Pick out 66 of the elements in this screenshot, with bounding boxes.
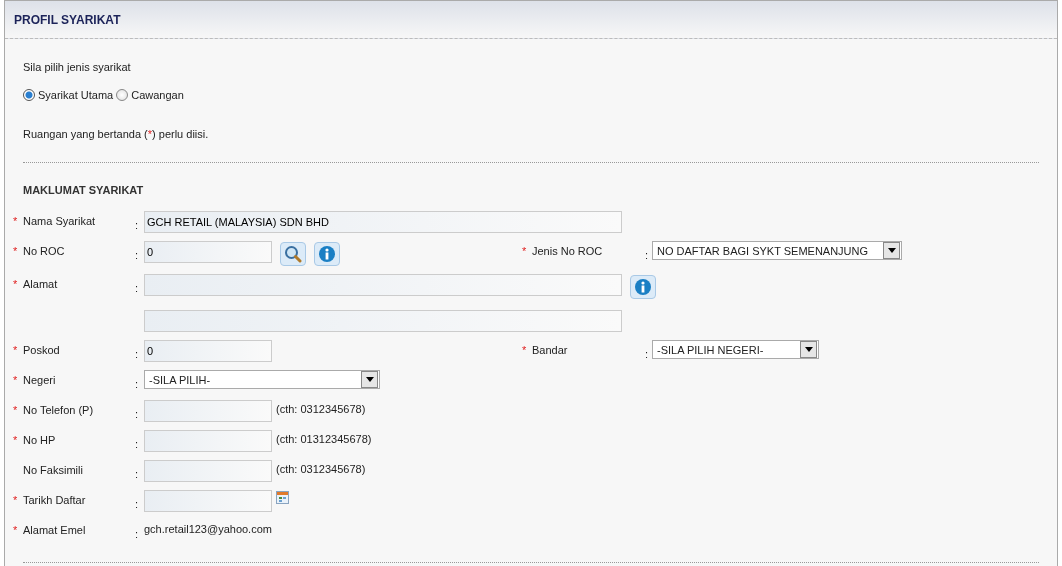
required-mark: * [13, 245, 18, 257]
input-field[interactable] [144, 490, 272, 512]
separator: : [645, 248, 650, 261]
required-mark: * [13, 434, 18, 446]
field-label: Nama Syarikat [23, 214, 97, 227]
input-field[interactable]: 0 [144, 241, 272, 263]
required-mark: * [13, 215, 18, 227]
field-label: Alamat Emel [23, 523, 87, 536]
required-mark: * [13, 404, 18, 416]
field-label: No Faksimili [23, 463, 84, 476]
input-field[interactable] [144, 460, 272, 482]
info-button[interactable] [630, 275, 656, 299]
info-button[interactable] [314, 242, 340, 266]
field-label: Poskod [23, 343, 61, 356]
separator: : [135, 347, 140, 360]
search-button[interactable] [280, 242, 306, 266]
separator: : [135, 281, 140, 294]
field-label: Jenis No ROC [532, 244, 604, 257]
required-mark: * [13, 344, 18, 356]
dropdown[interactable]: -SILA PILIH- [144, 370, 380, 389]
field-label: Alamat [23, 277, 59, 290]
input-field[interactable] [144, 400, 272, 422]
page-title: PROFIL SYARIKAT [14, 12, 121, 27]
required-mark: * [13, 494, 18, 506]
example-hint: (cth: 01312345678) [276, 432, 372, 445]
field-label: No Telefon (P) [23, 403, 95, 416]
input-field[interactable]: GCH RETAIL (MALAYSIA) SDN BHD [144, 211, 622, 233]
separator: : [135, 407, 140, 420]
calendar-icon[interactable] [276, 491, 289, 504]
radio-button[interactable] [116, 89, 129, 101]
separator: : [135, 437, 140, 450]
radio-button[interactable] [23, 89, 35, 101]
separator: : [645, 347, 650, 360]
separator: : [135, 527, 140, 540]
input-field[interactable]: 0 [144, 340, 272, 362]
example-hint: (cth: 0312345678) [276, 462, 366, 475]
required-mark: * [13, 524, 18, 536]
required-mark: * [13, 374, 18, 386]
caret-icon [887, 248, 896, 253]
dropdown[interactable]: -SILA PILIH NEGERI- [652, 340, 819, 359]
separator: : [135, 248, 140, 261]
prompt-text: Sila pilih jenis syarikat [22, 61, 132, 73]
separator: : [135, 497, 140, 510]
example-hint: (cth: 0312345678) [276, 402, 366, 415]
input-field[interactable] [144, 430, 272, 452]
field-label: No HP [23, 433, 57, 446]
required-mark: * [13, 278, 18, 290]
required-mark: * [522, 245, 527, 257]
separator: : [135, 218, 140, 231]
dropdown[interactable]: NO DAFTAR BAGI SYKT SEMENANJUNG [652, 241, 902, 260]
section-title: MAKLUMAT SYARIKAT [23, 184, 145, 196]
separator: : [135, 377, 140, 390]
radio-label[interactable]: Syarikat Utama [38, 89, 114, 101]
radio-label[interactable]: Cawangan [131, 89, 184, 101]
field-label: Bandar [532, 343, 569, 356]
field-label: No ROC [23, 244, 66, 257]
email-value: gch.retail123@yahoo.com [144, 522, 272, 535]
separator: : [135, 467, 140, 480]
field-label: Negeri [23, 373, 57, 386]
field-label: Tarikh Daftar [23, 493, 87, 506]
caret-icon [804, 347, 813, 352]
required-mark: * [522, 344, 527, 356]
address-field[interactable] [144, 274, 622, 296]
address-field[interactable] [144, 310, 622, 332]
required-note: Ruangan yang bertanda (*) perlu diisi. [22, 128, 210, 140]
caret-icon [365, 377, 374, 382]
